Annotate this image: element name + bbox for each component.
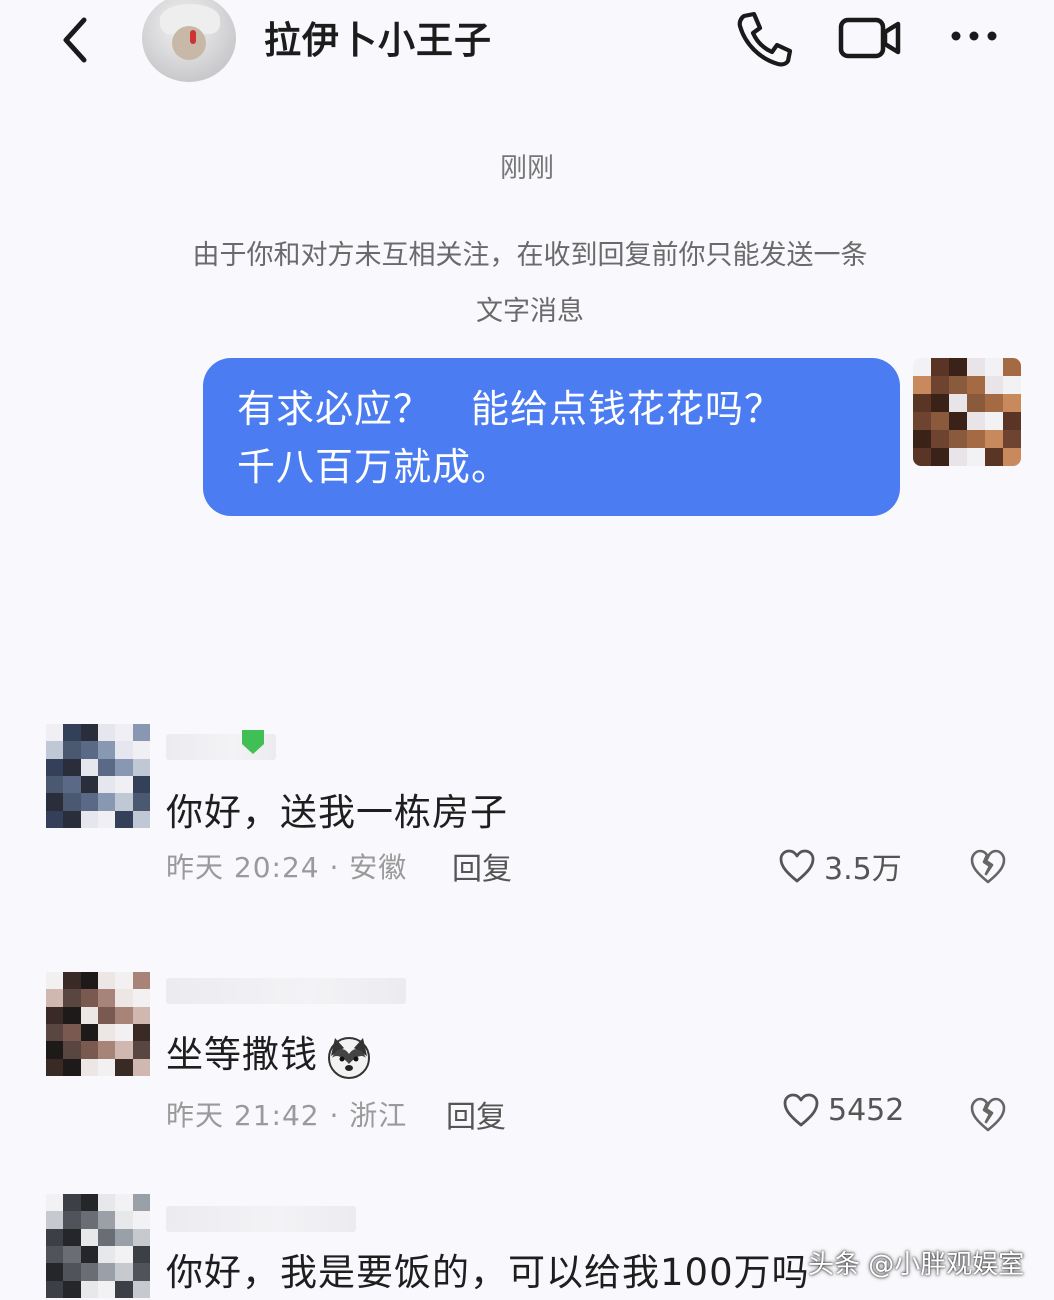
chat-header: 拉伊卜小王子: [0, 0, 1054, 110]
reply-button[interactable]: 回复: [452, 844, 512, 888]
heart-icon: [783, 1093, 819, 1127]
comment-meta: 昨天 21:42 · 浙江: [166, 1099, 408, 1132]
broken-heart-icon[interactable]: [968, 1094, 1008, 1134]
watermark: 头条 @小胖观娱室: [808, 1250, 1025, 1280]
video-call-button[interactable]: [836, 6, 901, 70]
badge-icon: [242, 730, 264, 754]
commenter-avatar[interactable]: [46, 724, 150, 828]
comment-meta: 昨天 20:24 · 安徽: [166, 851, 408, 884]
comment-text: 你好，送我一栋房子: [166, 791, 508, 834]
message-line: 有求必应？ 能给点钱花花吗？: [237, 387, 784, 431]
contact-avatar[interactable]: [142, 0, 236, 82]
system-notice-line: 文字消息: [476, 296, 584, 327]
broken-heart-icon[interactable]: [968, 846, 1008, 886]
husky-emoji-icon: [328, 1036, 370, 1079]
commenter-avatar[interactable]: [46, 1194, 150, 1298]
comment-text: 坐等撒钱: [166, 1024, 372, 1080]
system-notice-line: 由于你和对方未互相关注，在收到回复前你只能发送一条: [192, 240, 868, 271]
commenter-name[interactable]: [166, 978, 406, 1004]
message-line: 千八百万就成。: [237, 445, 511, 489]
phone-icon: [737, 11, 793, 67]
commenter-name[interactable]: [166, 1206, 356, 1232]
system-notice: 由于你和对方未互相关注，在收到回复前你只能发送一条 文字消息: [120, 228, 940, 340]
contact-name[interactable]: 拉伊卜小王子: [264, 10, 492, 64]
comment-text-content: 坐等撒钱: [166, 1033, 318, 1076]
voice-call-button[interactable]: [730, 6, 794, 70]
chevron-left-icon: [63, 17, 87, 63]
heart-icon: [779, 849, 815, 883]
more-dots-icon: [951, 31, 997, 41]
like-button[interactable]: 3.5万: [778, 844, 902, 888]
message-timestamp: 刚刚: [500, 153, 554, 184]
more-options-button[interactable]: [942, 6, 1006, 70]
like-count: 5452: [828, 1092, 905, 1128]
commenter-avatar[interactable]: [46, 972, 150, 1076]
sent-message-bubble[interactable]: 有求必应？ 能给点钱花花吗？ 千八百万就成。: [203, 358, 900, 516]
like-count: 3.5万: [824, 852, 902, 887]
my-avatar[interactable]: [913, 358, 1021, 466]
chat-screen: 拉伊卜小王子 刚刚 由于你和对方未互相关注，在收到回复前你只能发送一条 文字消息: [0, 0, 1054, 1300]
like-button[interactable]: 5452: [782, 1092, 904, 1128]
back-button[interactable]: [48, 8, 104, 64]
video-camera-icon: [838, 17, 901, 59]
reply-button[interactable]: 回复: [446, 1092, 506, 1136]
comment-text: 你好，我是要饭的，可以给我100万吗: [166, 1251, 810, 1294]
